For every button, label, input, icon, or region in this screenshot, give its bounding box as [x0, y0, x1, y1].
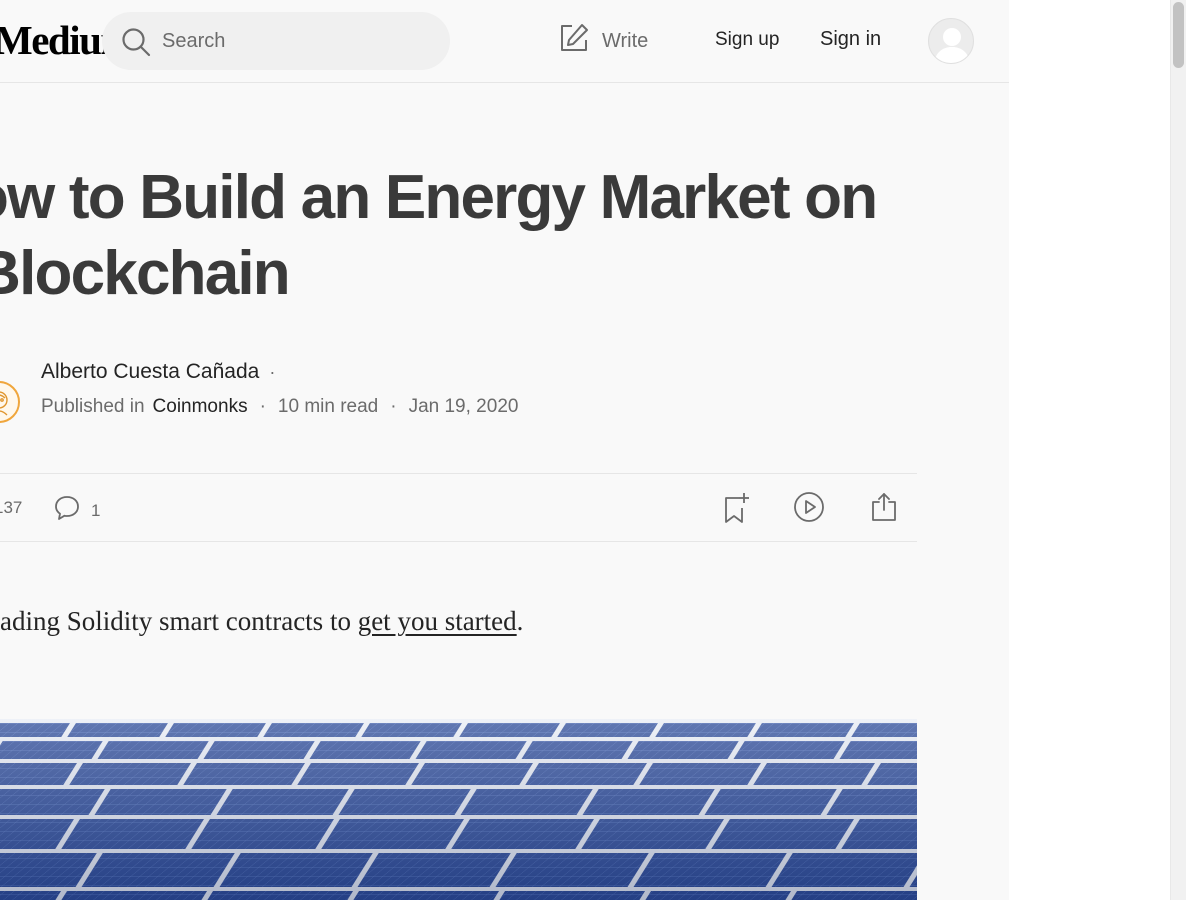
comment-count: 1: [91, 500, 101, 520]
article-action-bar: 137 1: [0, 473, 917, 542]
read-time: 10 min read: [277, 396, 379, 417]
article-page: Medium Write Sign up Sign in: [0, 0, 1009, 900]
clap-count[interactable]: 137: [0, 498, 22, 518]
write-button[interactable]: Write: [558, 24, 648, 58]
meta-separator: ·: [390, 396, 397, 417]
published-prefix: Published in: [41, 396, 145, 417]
vertical-scrollbar[interactable]: [1170, 0, 1186, 900]
meta-separator: ·: [259, 396, 266, 417]
hero-image-solar-panels: [0, 719, 917, 900]
author-line: Alberto Cuesta Cañada ·: [41, 360, 275, 384]
publish-date: Jan 19, 2020: [408, 396, 519, 417]
search-icon: [120, 26, 152, 63]
user-avatar-icon[interactable]: [928, 18, 974, 64]
speech-bubble-icon: [53, 494, 81, 527]
intro-link[interactable]: get you started: [358, 606, 517, 636]
article-title: How to Build an Energy Market on a Block…: [0, 163, 878, 308]
share-icon[interactable]: [869, 491, 899, 528]
sign-in-link[interactable]: Sign in: [820, 28, 881, 51]
publication-line: Published in Coinmonks · 10 min read · J…: [41, 396, 518, 418]
search-input[interactable]: [162, 24, 432, 58]
comments-button[interactable]: 1: [53, 494, 100, 527]
search-box[interactable]: [102, 12, 450, 70]
publication-link[interactable]: Coinmonks: [153, 396, 248, 418]
sign-up-link[interactable]: Sign up: [715, 29, 779, 51]
scrollbar-thumb[interactable]: [1173, 2, 1184, 68]
bookmark-add-icon[interactable]: [722, 491, 752, 530]
pencil-square-icon: [558, 22, 590, 60]
meta-separator: ·: [269, 361, 276, 382]
play-circle-icon[interactable]: [793, 491, 825, 528]
article-intro-paragraph: Reading Solidity smart contracts to get …: [0, 606, 523, 637]
author-avatar[interactable]: [0, 381, 20, 423]
top-navigation-bar: Medium Write Sign up Sign in: [0, 0, 1009, 83]
intro-text: Reading Solidity smart contracts to: [0, 606, 358, 636]
intro-tail: .: [516, 606, 524, 636]
author-name[interactable]: Alberto Cuesta Cañada: [41, 360, 259, 384]
write-label: Write: [602, 29, 649, 52]
